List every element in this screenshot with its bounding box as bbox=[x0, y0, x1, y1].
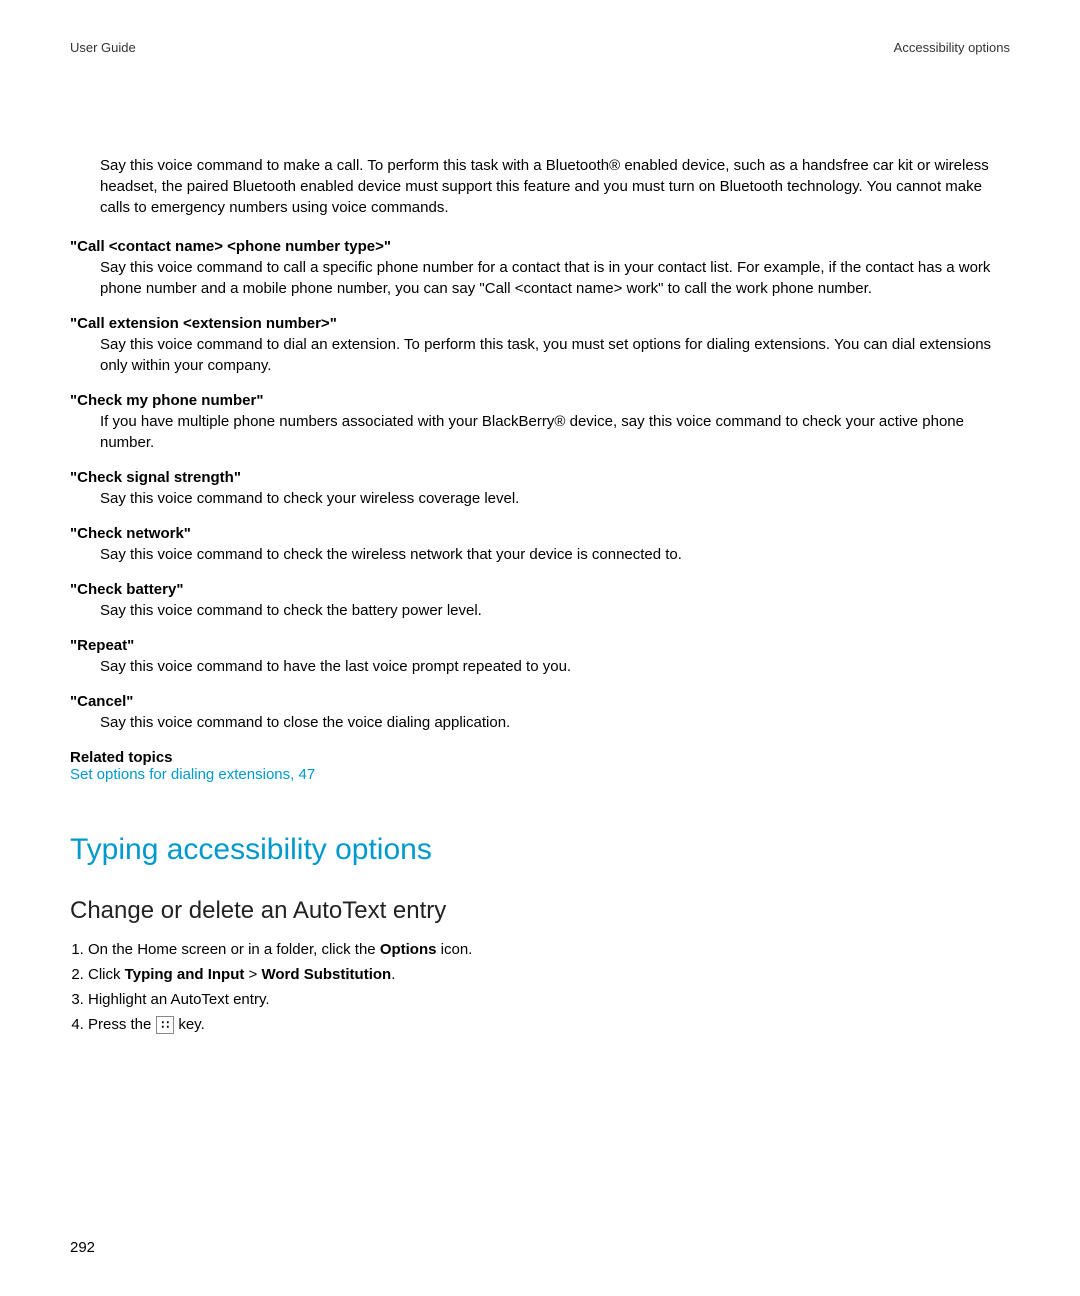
step-item: Press the ∷ key. bbox=[88, 1012, 1010, 1037]
command-block: "Repeat" Say this voice command to have … bbox=[70, 637, 1010, 677]
step-text: Press the bbox=[88, 1016, 156, 1033]
document-page: User Guide Accessibility options Say thi… bbox=[0, 0, 1080, 1296]
page-number: 292 bbox=[70, 1239, 95, 1256]
step-item: Click Typing and Input > Word Substituti… bbox=[88, 962, 1010, 987]
step-bold: Word Substitution bbox=[261, 966, 391, 983]
step-bold: Options bbox=[380, 941, 437, 958]
command-title: "Repeat" bbox=[70, 637, 1010, 654]
step-bold: Typing and Input bbox=[125, 966, 245, 983]
command-description: Say this voice command to check the batt… bbox=[100, 600, 1010, 621]
header-right: Accessibility options bbox=[894, 40, 1010, 55]
command-title: "Check signal strength" bbox=[70, 469, 1010, 486]
step-text: icon. bbox=[436, 941, 472, 958]
command-description: Say this voice command to check the wire… bbox=[100, 544, 1010, 565]
step-item: Highlight an AutoText entry. bbox=[88, 987, 1010, 1012]
step-text: key. bbox=[174, 1016, 205, 1033]
step-text: Click bbox=[88, 966, 125, 983]
section-heading: Typing accessibility options bbox=[70, 833, 1010, 867]
command-description: Say this voice command to check your wir… bbox=[100, 488, 1010, 509]
steps-list: On the Home screen or in a folder, click… bbox=[88, 937, 1010, 1037]
command-title: "Check my phone number" bbox=[70, 392, 1010, 409]
menu-key-icon: ∷ bbox=[156, 1016, 175, 1034]
command-block: "Call <contact name> <phone number type>… bbox=[70, 238, 1010, 299]
command-block: "Check my phone number" If you have mult… bbox=[70, 392, 1010, 453]
command-description: Say this voice command to close the voic… bbox=[100, 712, 1010, 733]
step-text: . bbox=[391, 966, 395, 983]
command-block: "Cancel" Say this voice command to close… bbox=[70, 693, 1010, 733]
command-description: If you have multiple phone numbers assoc… bbox=[100, 411, 1010, 453]
step-text: On the Home screen or in a folder, click… bbox=[88, 941, 380, 958]
command-title: "Check battery" bbox=[70, 581, 1010, 598]
command-description: Say this voice command to call a specifi… bbox=[100, 257, 1010, 299]
command-title: "Cancel" bbox=[70, 693, 1010, 710]
page-header: User Guide Accessibility options bbox=[70, 40, 1010, 55]
intro-paragraph: Say this voice command to make a call. T… bbox=[100, 155, 1010, 218]
step-text: > bbox=[244, 966, 261, 983]
related-topic-link[interactable]: Set options for dialing extensions, 47 bbox=[70, 766, 1010, 783]
command-block: "Call extension <extension number>" Say … bbox=[70, 315, 1010, 376]
command-block: "Check signal strength" Say this voice c… bbox=[70, 469, 1010, 509]
step-item: On the Home screen or in a folder, click… bbox=[88, 937, 1010, 962]
related-topics-label: Related topics bbox=[70, 749, 1010, 766]
step-text: Highlight an AutoText entry. bbox=[88, 991, 270, 1008]
sub-heading: Change or delete an AutoText entry bbox=[70, 897, 1010, 925]
command-title: "Check network" bbox=[70, 525, 1010, 542]
command-description: Say this voice command to have the last … bbox=[100, 656, 1010, 677]
command-description: Say this voice command to dial an extens… bbox=[100, 334, 1010, 376]
command-block: "Check battery" Say this voice command t… bbox=[70, 581, 1010, 621]
header-left: User Guide bbox=[70, 40, 136, 55]
command-title: "Call extension <extension number>" bbox=[70, 315, 1010, 332]
command-title: "Call <contact name> <phone number type>… bbox=[70, 238, 1010, 255]
command-block: "Check network" Say this voice command t… bbox=[70, 525, 1010, 565]
